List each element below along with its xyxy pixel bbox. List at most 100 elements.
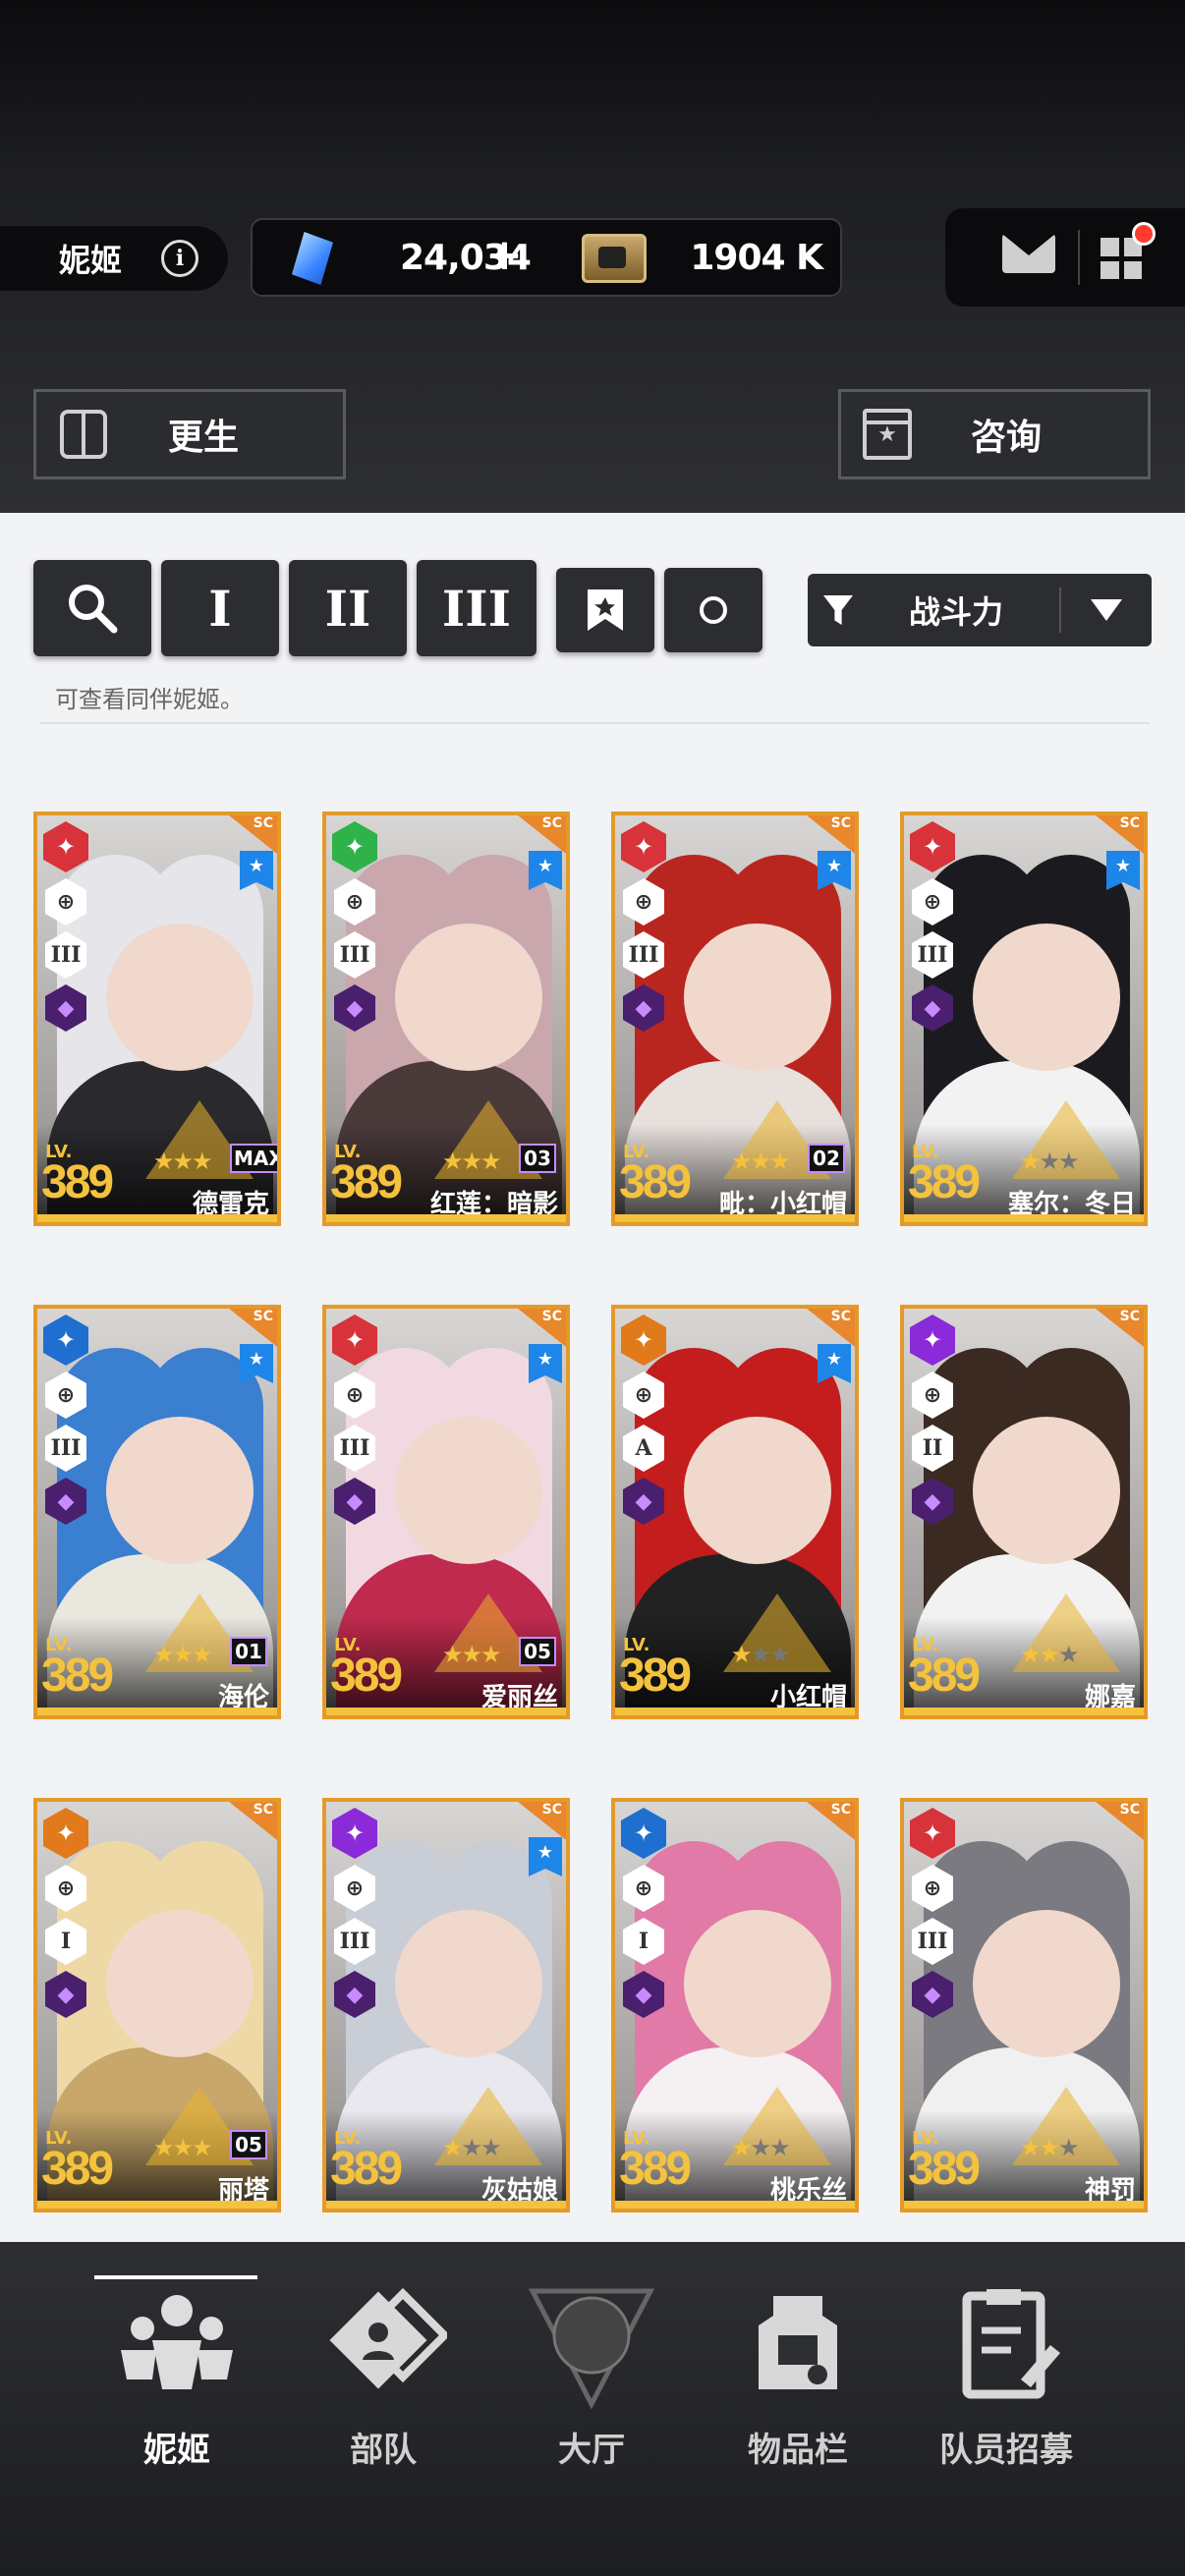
profile-name: 妮姬 xyxy=(59,242,123,279)
level-value: 389 xyxy=(619,1650,692,1702)
star-rating: ★★★ xyxy=(153,2134,213,2161)
divider xyxy=(1059,588,1061,633)
nav-inventory[interactable]: 物品栏 xyxy=(709,2281,886,2471)
circle-filter-button[interactable] xyxy=(664,568,762,652)
card-bottom-bar xyxy=(37,1214,277,1222)
character-card[interactable]: SC ★ ✦ ⊕ III ◆ LV. 389 ★★★ MAX 德雷克 xyxy=(33,812,281,1226)
nav-recruit[interactable]: 队员招募 xyxy=(918,2281,1095,2471)
level-value: 389 xyxy=(908,1156,981,1208)
level-value: 389 xyxy=(330,1650,403,1702)
star-rating: ★★★ xyxy=(442,1148,502,1175)
chevron-down-icon xyxy=(1091,599,1122,621)
mail-icon[interactable] xyxy=(1002,234,1055,273)
bookmark-filter-button[interactable] xyxy=(556,568,654,652)
divider xyxy=(39,722,1150,724)
search-button[interactable] xyxy=(33,560,151,656)
card-bottom-bar xyxy=(326,1708,566,1715)
list-hint: 可查看同伴妮姬。 xyxy=(55,686,244,713)
consult-button[interactable]: ★ 咨询 xyxy=(838,389,1151,479)
nikke-icon xyxy=(121,2295,233,2389)
card-bottom-bar xyxy=(37,1708,277,1715)
sort-dropdown[interactable]: 战斗力 xyxy=(808,574,1152,646)
nav-label: 队员招募 xyxy=(939,2431,1073,2470)
nav-squad[interactable]: 部队 xyxy=(295,2281,472,2471)
character-card[interactable]: SC ✦ ⊕ I ◆ LV. 389 ★★★ 桃乐丝 xyxy=(611,1798,859,2212)
card-bottom-bar xyxy=(904,1708,1144,1715)
filter-burst-1-button[interactable]: I xyxy=(161,560,279,656)
card-bottom-bar xyxy=(326,1214,566,1222)
card-bottom-bar xyxy=(904,1214,1144,1222)
card-bottom-bar xyxy=(37,2201,277,2209)
level-value: 389 xyxy=(619,1156,692,1208)
star-rating: ★★★ xyxy=(442,2134,501,2161)
credit-icon xyxy=(582,234,647,283)
top-bar: 妮姬 i 24,034 + 1904 K 更生 ★ 咨询 xyxy=(0,0,1185,513)
character-card[interactable]: SC ★ ✦ ⊕ III ◆ LV. 389 ★★★ 灰姑娘 xyxy=(322,1798,570,2212)
character-card[interactable]: SC ★ ✦ ⊕ III ◆ LV. 389 ★★★ 03 红莲：暗影 xyxy=(322,812,570,1226)
recruit-icon xyxy=(962,2289,1060,2399)
star-rating: ★★★ xyxy=(153,1641,213,1668)
card-bottom-bar xyxy=(904,2201,1144,2209)
star-rating: ★★★ xyxy=(1020,1148,1079,1175)
gem-icon xyxy=(292,232,333,285)
star-rating: ★★★ xyxy=(731,2134,790,2161)
rebirth-icon xyxy=(60,410,107,459)
card-bottom-bar xyxy=(615,2201,855,2209)
active-tab-indicator xyxy=(94,2275,257,2279)
character-card[interactable]: SC ✦ ⊕ II ◆ LV. 389 ★★★ 娜嘉 xyxy=(900,1305,1148,1719)
card-bottom-bar xyxy=(615,1708,855,1715)
star-rating: ★★★ xyxy=(1020,2134,1079,2161)
character-card[interactable]: SC ★ ✦ ⊕ A ◆ LV. 389 ★★★ 小红帽 xyxy=(611,1305,859,1719)
core-badge: MAX xyxy=(230,1144,277,1173)
rebirth-button[interactable]: 更生 xyxy=(33,389,346,479)
inventory-icon xyxy=(759,2296,837,2389)
info-icon[interactable]: i xyxy=(161,240,199,277)
character-card[interactable]: SC ✦ ⊕ I ◆ LV. 389 ★★★ 05 丽塔 xyxy=(33,1798,281,2212)
search-icon xyxy=(69,585,118,634)
nav-lobby[interactable]: 大厅 xyxy=(503,2281,680,2471)
calendar-icon: ★ xyxy=(863,409,912,460)
core-badge: 02 xyxy=(808,1144,845,1173)
core-badge: 05 xyxy=(230,2130,267,2159)
character-card[interactable]: SC ★ ✦ ⊕ III ◆ LV. 389 ★★★ 05 爱丽丝 xyxy=(322,1305,570,1719)
star-rating: ★★★ xyxy=(731,1641,790,1668)
currency-bar: 24,034 + 1904 K xyxy=(251,218,842,297)
level-value: 389 xyxy=(41,1650,114,1702)
core-badge: 05 xyxy=(519,1637,556,1666)
star-rating: ★★★ xyxy=(153,1148,213,1175)
nav-label: 物品栏 xyxy=(748,2431,848,2470)
profile-name-pill[interactable]: 妮姬 i xyxy=(0,226,228,291)
bookmark-icon xyxy=(588,589,623,631)
star-rating: ★★★ xyxy=(1020,1641,1079,1668)
character-card[interactable]: SC ★ ✦ ⊕ III ◆ LV. 389 ★★★ 塞尔：冬日 xyxy=(900,812,1148,1226)
nav-label: 部队 xyxy=(350,2431,417,2470)
character-card[interactable]: SC ★ ✦ ⊕ III ◆ LV. 389 ★★★ 01 海伦 xyxy=(33,1305,281,1719)
circle-icon xyxy=(700,596,727,624)
consult-label: 咨询 xyxy=(971,418,1043,458)
lobby-icon xyxy=(528,2288,655,2410)
nav-label: 妮姬 xyxy=(143,2431,210,2470)
top-right-menu xyxy=(945,208,1185,307)
level-value: 389 xyxy=(908,1650,981,1702)
credit-count: 1904 K xyxy=(690,238,823,278)
core-badge: 01 xyxy=(230,1637,267,1666)
card-bottom-bar xyxy=(326,2201,566,2209)
card-bottom-bar xyxy=(615,1214,855,1222)
level-value: 389 xyxy=(908,2143,981,2195)
nav-label: 大厅 xyxy=(558,2431,625,2470)
add-gems-button[interactable]: + xyxy=(486,230,523,280)
menu-grid-icon[interactable] xyxy=(1100,238,1142,279)
rebirth-label: 更生 xyxy=(168,418,240,458)
squad-icon xyxy=(329,2287,451,2389)
character-card[interactable]: SC ✦ ⊕ III ◆ LV. 389 ★★★ 神罚 xyxy=(900,1798,1148,2212)
filter-funnel-icon xyxy=(823,595,853,625)
filter-burst-3-button[interactable]: III xyxy=(417,560,536,656)
level-value: 389 xyxy=(330,2143,403,2195)
character-card[interactable]: SC ★ ✦ ⊕ III ◆ LV. 389 ★★★ 02 毗：小红帽 xyxy=(611,812,859,1226)
sort-label: 战斗力 xyxy=(908,593,1003,631)
filter-burst-2-button[interactable]: II xyxy=(289,560,407,656)
core-badge: 03 xyxy=(519,1144,556,1173)
level-value: 389 xyxy=(41,2143,114,2195)
nav-nikke[interactable]: 妮姬 xyxy=(88,2281,265,2471)
level-value: 389 xyxy=(41,1156,114,1208)
